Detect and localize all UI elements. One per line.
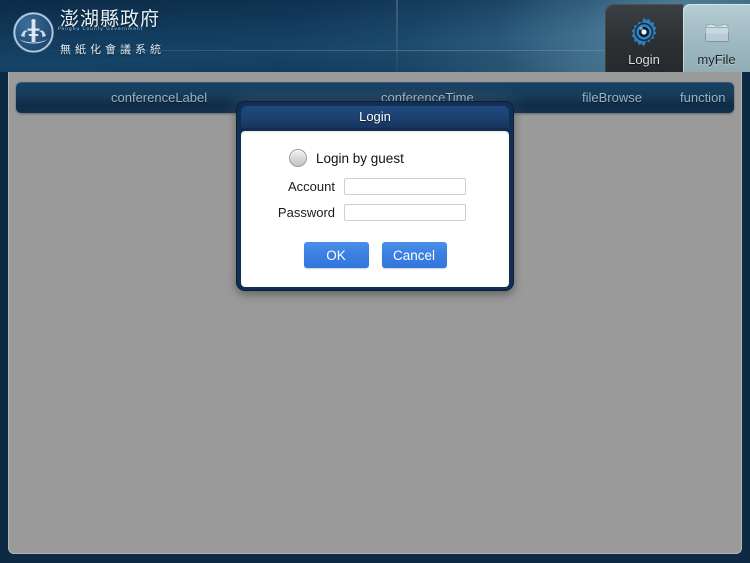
login-by-guest-option[interactable]: Login by guest (289, 149, 404, 167)
top-tab-bar: Login myFile (605, 4, 750, 72)
guest-radio-button[interactable] (289, 149, 307, 167)
nav-item-conference-label[interactable]: conferenceLabel (111, 82, 207, 113)
nav-item-function[interactable]: function (680, 82, 726, 113)
nav-item-file-browse[interactable]: fileBrowse (582, 82, 642, 113)
password-input[interactable] (344, 204, 466, 221)
login-dialog: Login Login by guest Account Password OK… (236, 101, 514, 291)
account-input[interactable] (344, 178, 466, 195)
login-dialog-body: Login by guest Account Password OK Cance… (241, 131, 509, 287)
cancel-button[interactable]: Cancel (381, 242, 447, 268)
tab-login[interactable]: Login (605, 4, 683, 72)
login-dialog-title: Login (241, 106, 509, 128)
app-root: 澎湖縣政府 無紙化會議系統 Penghu County Government L… (0, 0, 750, 563)
ok-button[interactable]: OK (303, 242, 369, 268)
header-light-streak (396, 0, 398, 72)
account-field-label: Account (288, 179, 335, 194)
tab-login-label: Login (628, 52, 660, 67)
tab-myfile-label: myFile (697, 52, 736, 67)
dialog-button-row: OK Cancel (241, 242, 509, 268)
tab-myfile[interactable]: myFile (683, 4, 750, 72)
folder-icon (700, 15, 734, 49)
app-header: 澎湖縣政府 無紙化會議系統 Penghu County Government L… (0, 0, 750, 72)
password-field-label: Password (277, 205, 335, 220)
penghu-county-emblem-icon (13, 12, 54, 53)
site-subtitle-cn: 無紙化會議系統 (60, 43, 165, 56)
account-field-row: Account (269, 178, 466, 195)
site-branding: 澎湖縣政府 無紙化會議系統 (60, 9, 185, 59)
guest-radio-label: Login by guest (316, 150, 404, 166)
password-field-row: Password (269, 204, 466, 221)
site-title-romaji: Penghu County Government (58, 27, 144, 32)
gear-icon (627, 15, 661, 49)
